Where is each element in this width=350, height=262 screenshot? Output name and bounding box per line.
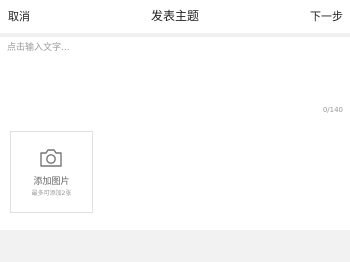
page-title-container: 发表主题 bbox=[0, 0, 350, 33]
next-step-button[interactable]: 下一步 bbox=[310, 0, 343, 33]
bottom-area bbox=[0, 230, 350, 262]
compose-panel: 0/140 添加图片 最多可添加2张 bbox=[0, 37, 350, 230]
cancel-button[interactable]: 取消 bbox=[8, 0, 30, 33]
add-photo-limit-hint: 最多可添加2张 bbox=[31, 190, 72, 197]
page-title: 发表主题 bbox=[150, 9, 199, 23]
top-bar: 取消 发表主题 下一步 bbox=[0, 0, 350, 33]
camera-icon bbox=[40, 149, 62, 167]
character-counter: 0/140 bbox=[322, 106, 343, 114]
add-photo-label: 添加图片 bbox=[33, 177, 70, 187]
add-photo-button[interactable]: 添加图片 最多可添加2张 bbox=[10, 131, 93, 213]
topic-text-input[interactable] bbox=[7, 40, 343, 110]
